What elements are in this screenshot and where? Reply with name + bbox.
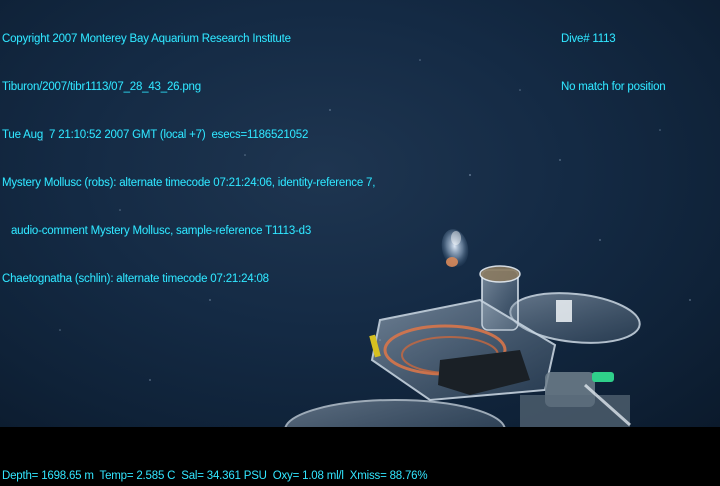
annotation-overlay-right: Dive# 1113 No match for position	[561, 0, 666, 127]
annotation-mollusc-line: Mystery Mollusc (robs): alternate timeco…	[2, 177, 376, 189]
underwater-video-frame: Copyright 2007 Monterey Bay Aquarium Res…	[0, 0, 720, 427]
telemetry-line: Depth= 1698.65 m Temp= 2.585 C Sal= 34.3…	[2, 470, 428, 482]
copyright-line: Copyright 2007 Monterey Bay Aquarium Res…	[2, 33, 291, 45]
dive-number: Dive# 1113	[561, 33, 616, 45]
mystery-mollusc	[441, 229, 469, 267]
telemetry-footer: Depth= 1698.65 m Temp= 2.585 C Sal= 34.3…	[0, 427, 720, 486]
position-status: No match for position	[561, 81, 666, 93]
annotation-chaetognatha-line: Chaetognatha (schlin): alternate timecod…	[2, 273, 269, 285]
annotation-mollusc-comment-line: audio-comment Mystery Mollusc, sample-re…	[2, 225, 312, 237]
image-path-line: Tiburon/2007/tibr1113/07_28_43_26.png	[2, 81, 201, 93]
annotation-overlay-left: Copyright 2007 Monterey Bay Aquarium Res…	[2, 0, 375, 319]
timestamp-line: Tue Aug 7 21:10:52 2007 GMT (local +7) e…	[2, 129, 309, 141]
